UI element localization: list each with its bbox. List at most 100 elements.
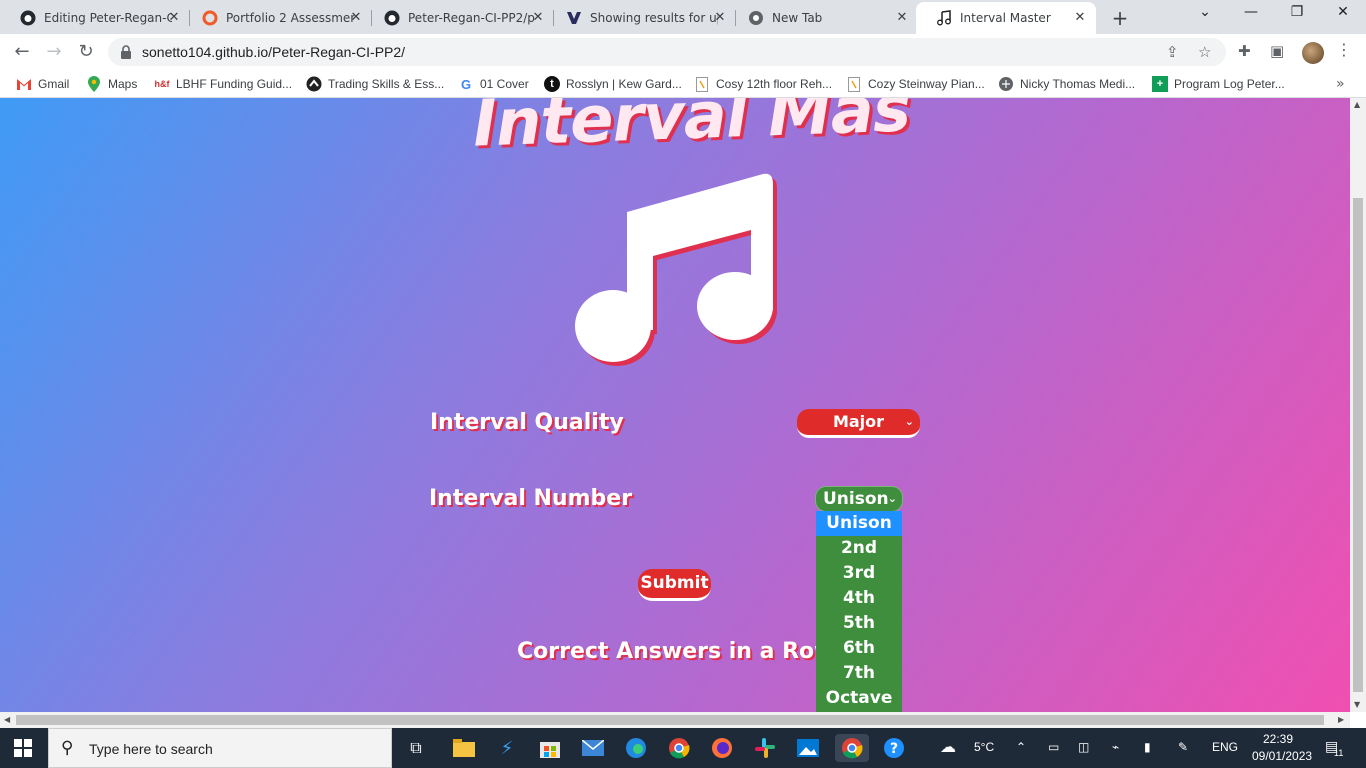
option-5th[interactable]: 5th <box>816 611 902 636</box>
option-7th[interactable]: 7th <box>816 661 902 686</box>
tab-search-chevron-icon[interactable]: ⌄ <box>1190 4 1220 20</box>
option-3rd[interactable]: 3rd <box>816 561 902 586</box>
interval-quality-select[interactable]: Major ⌄ <box>797 409 920 438</box>
weather-cloud-icon[interactable]: ☁ <box>940 737 956 757</box>
mail-icon[interactable] <box>579 734 607 762</box>
firefox-icon[interactable] <box>708 734 736 762</box>
music-note-logo <box>575 173 777 366</box>
tab-editing[interactable]: Editing Peter-Regan-C ✕ <box>0 2 190 34</box>
portfolio-icon <box>202 10 218 26</box>
task-view-icon[interactable]: ⧉ <box>402 734 430 762</box>
interval-number-label: Interval Number <box>429 486 633 511</box>
close-icon[interactable]: ✕ <box>166 10 182 25</box>
side-panel-icon[interactable]: ▣ <box>1270 42 1284 60</box>
tab-title: Peter-Regan-CI-PP2/p <box>408 11 535 25</box>
lock-icon[interactable] <box>120 44 132 63</box>
windows-start-icon[interactable] <box>14 739 32 761</box>
windows-taskbar: ⚲ Type here to search ⧉ ⚡ ? ☁ 5°C ⌃ ▭ ◫ … <box>0 728 1366 768</box>
tab-github-repo[interactable]: Peter-Regan-CI-PP2/p ✕ <box>364 2 554 34</box>
url-text[interactable]: sonetto104.github.io/Peter-Regan-CI-PP2/ <box>142 44 405 60</box>
pen-icon[interactable]: ✎ <box>1178 740 1188 754</box>
close-icon[interactable]: ✕ <box>1072 10 1088 25</box>
tab-title: Interval Master <box>960 11 1051 25</box>
option-2nd[interactable]: 2nd <box>816 536 902 561</box>
new-tab-button[interactable]: + <box>1108 6 1132 30</box>
store-icon[interactable] <box>536 734 564 762</box>
address-bar[interactable]: sonetto104.github.io/Peter-Regan-CI-PP2/… <box>108 38 1226 66</box>
bookmark-label: Program Log Peter... <box>1174 77 1285 91</box>
chrome-active-icon[interactable] <box>835 734 869 762</box>
close-icon[interactable]: ✕ <box>894 10 910 25</box>
forward-button[interactable]: → <box>42 40 66 64</box>
chevron-up-icon[interactable]: ⌃ <box>1016 740 1026 754</box>
bookmark-label: Nicky Thomas Medi... <box>1020 77 1136 91</box>
share-icon[interactable]: ⇪ <box>1166 43 1179 61</box>
interval-quality-value: Major <box>832 412 885 431</box>
bookmark-trading[interactable]: Trading Skills & Ess... <box>306 76 444 92</box>
tab-portfolio[interactable]: Portfolio 2 Assessmen ✕ <box>182 2 372 34</box>
interval-number-select[interactable]: Unison ⌄ <box>815 486 903 512</box>
tab-strip: Editing Peter-Regan-C ✕ Portfolio 2 Asse… <box>0 0 1366 34</box>
photos-icon[interactable] <box>794 734 822 762</box>
extensions-icon[interactable]: ✚ <box>1238 42 1251 60</box>
page-icon <box>846 76 862 92</box>
file-explorer-icon[interactable] <box>450 734 478 762</box>
option-octave[interactable]: Octave <box>816 686 902 711</box>
option-unison[interactable]: Unison <box>816 511 902 536</box>
google-icon: G <box>460 76 472 92</box>
tab-title: Portfolio 2 Assessmen <box>226 11 354 25</box>
tab-search-results[interactable]: Showing results for up ✕ <box>546 2 736 34</box>
help-icon[interactable]: ? <box>880 734 908 762</box>
minimize-button[interactable]: — <box>1236 4 1266 20</box>
avatar[interactable] <box>1302 42 1324 64</box>
bookmark-steinway[interactable]: Cozy Steinway Pian... <box>846 76 985 92</box>
language-indicator[interactable]: ENG <box>1212 740 1238 754</box>
clock-time[interactable]: 22:39 <box>1263 732 1293 746</box>
github-icon <box>384 10 400 26</box>
battery-icon[interactable]: ▮ <box>1144 740 1151 754</box>
horizontal-scroll-thumb[interactable] <box>16 715 1324 725</box>
bookmark-rosslyn[interactable]: t Rosslyn | Kew Gard... <box>544 76 682 92</box>
back-button[interactable]: ← <box>10 40 34 64</box>
bookmark-01-cover[interactable]: G 01 Cover <box>458 76 529 92</box>
menu-icon[interactable]: ⋮ <box>1336 40 1352 59</box>
reload-button[interactable]: ↻ <box>74 40 98 64</box>
svg-text:?: ? <box>890 741 898 757</box>
horizontal-scrollbar[interactable]: ◀ ▶ <box>0 712 1350 728</box>
rosslyn-icon: t <box>544 76 560 92</box>
bookmark-gmail[interactable]: Gmail <box>16 76 69 92</box>
display-icon[interactable]: ◫ <box>1078 740 1089 754</box>
tab-interval-master[interactable]: Interval Master ✕ <box>916 2 1096 34</box>
close-window-button[interactable]: ✕ <box>1328 4 1358 20</box>
option-4th[interactable]: 4th <box>816 586 902 611</box>
bookmark-maps[interactable]: Maps <box>86 76 137 92</box>
maps-icon <box>86 76 102 92</box>
bookmarks-overflow-icon[interactable]: » <box>1336 76 1345 92</box>
close-icon[interactable]: ✕ <box>712 10 728 25</box>
bookmark-star-icon[interactable]: ☆ <box>1198 43 1211 61</box>
slack-icon[interactable] <box>751 734 779 762</box>
restore-button[interactable]: ❐ <box>1282 4 1312 20</box>
close-icon[interactable]: ✕ <box>348 10 364 25</box>
edge-icon[interactable] <box>622 734 650 762</box>
vertical-scrollbar[interactable]: ▲ ▼ <box>1350 98 1366 712</box>
vertical-scroll-thumb[interactable] <box>1353 198 1363 692</box>
bookmark-cosy-12th[interactable]: Cosy 12th floor Reh... <box>694 76 832 92</box>
submit-button[interactable]: Submit <box>638 569 711 601</box>
interval-number-dropdown: Unison 2nd 3rd 4th 5th 6th 7th Octave <box>816 511 902 712</box>
vscode-icon[interactable]: ⚡ <box>493 734 521 762</box>
weather-temperature[interactable]: 5°C <box>974 740 994 754</box>
clock-date[interactable]: 09/01/2023 <box>1252 749 1312 763</box>
hf-icon: h&f <box>154 79 170 89</box>
option-6th[interactable]: 6th <box>816 636 902 661</box>
network-icon[interactable]: ⌁ <box>1112 740 1119 754</box>
tab-new-tab[interactable]: New Tab ✕ <box>728 2 918 34</box>
bookmark-nicky-thomas[interactable]: Nicky Thomas Medi... <box>998 76 1135 92</box>
close-icon[interactable]: ✕ <box>530 10 546 25</box>
chrome-icon[interactable] <box>665 734 693 762</box>
bookmark-program-log[interactable]: + Program Log Peter... <box>1152 76 1285 92</box>
github-icon <box>20 10 36 26</box>
bookmark-lbhf[interactable]: h&f LBHF Funding Guid... <box>154 76 293 92</box>
taskbar-search-box[interactable]: ⚲ Type here to search <box>48 728 392 768</box>
meet-icon[interactable]: ▭ <box>1048 740 1059 754</box>
